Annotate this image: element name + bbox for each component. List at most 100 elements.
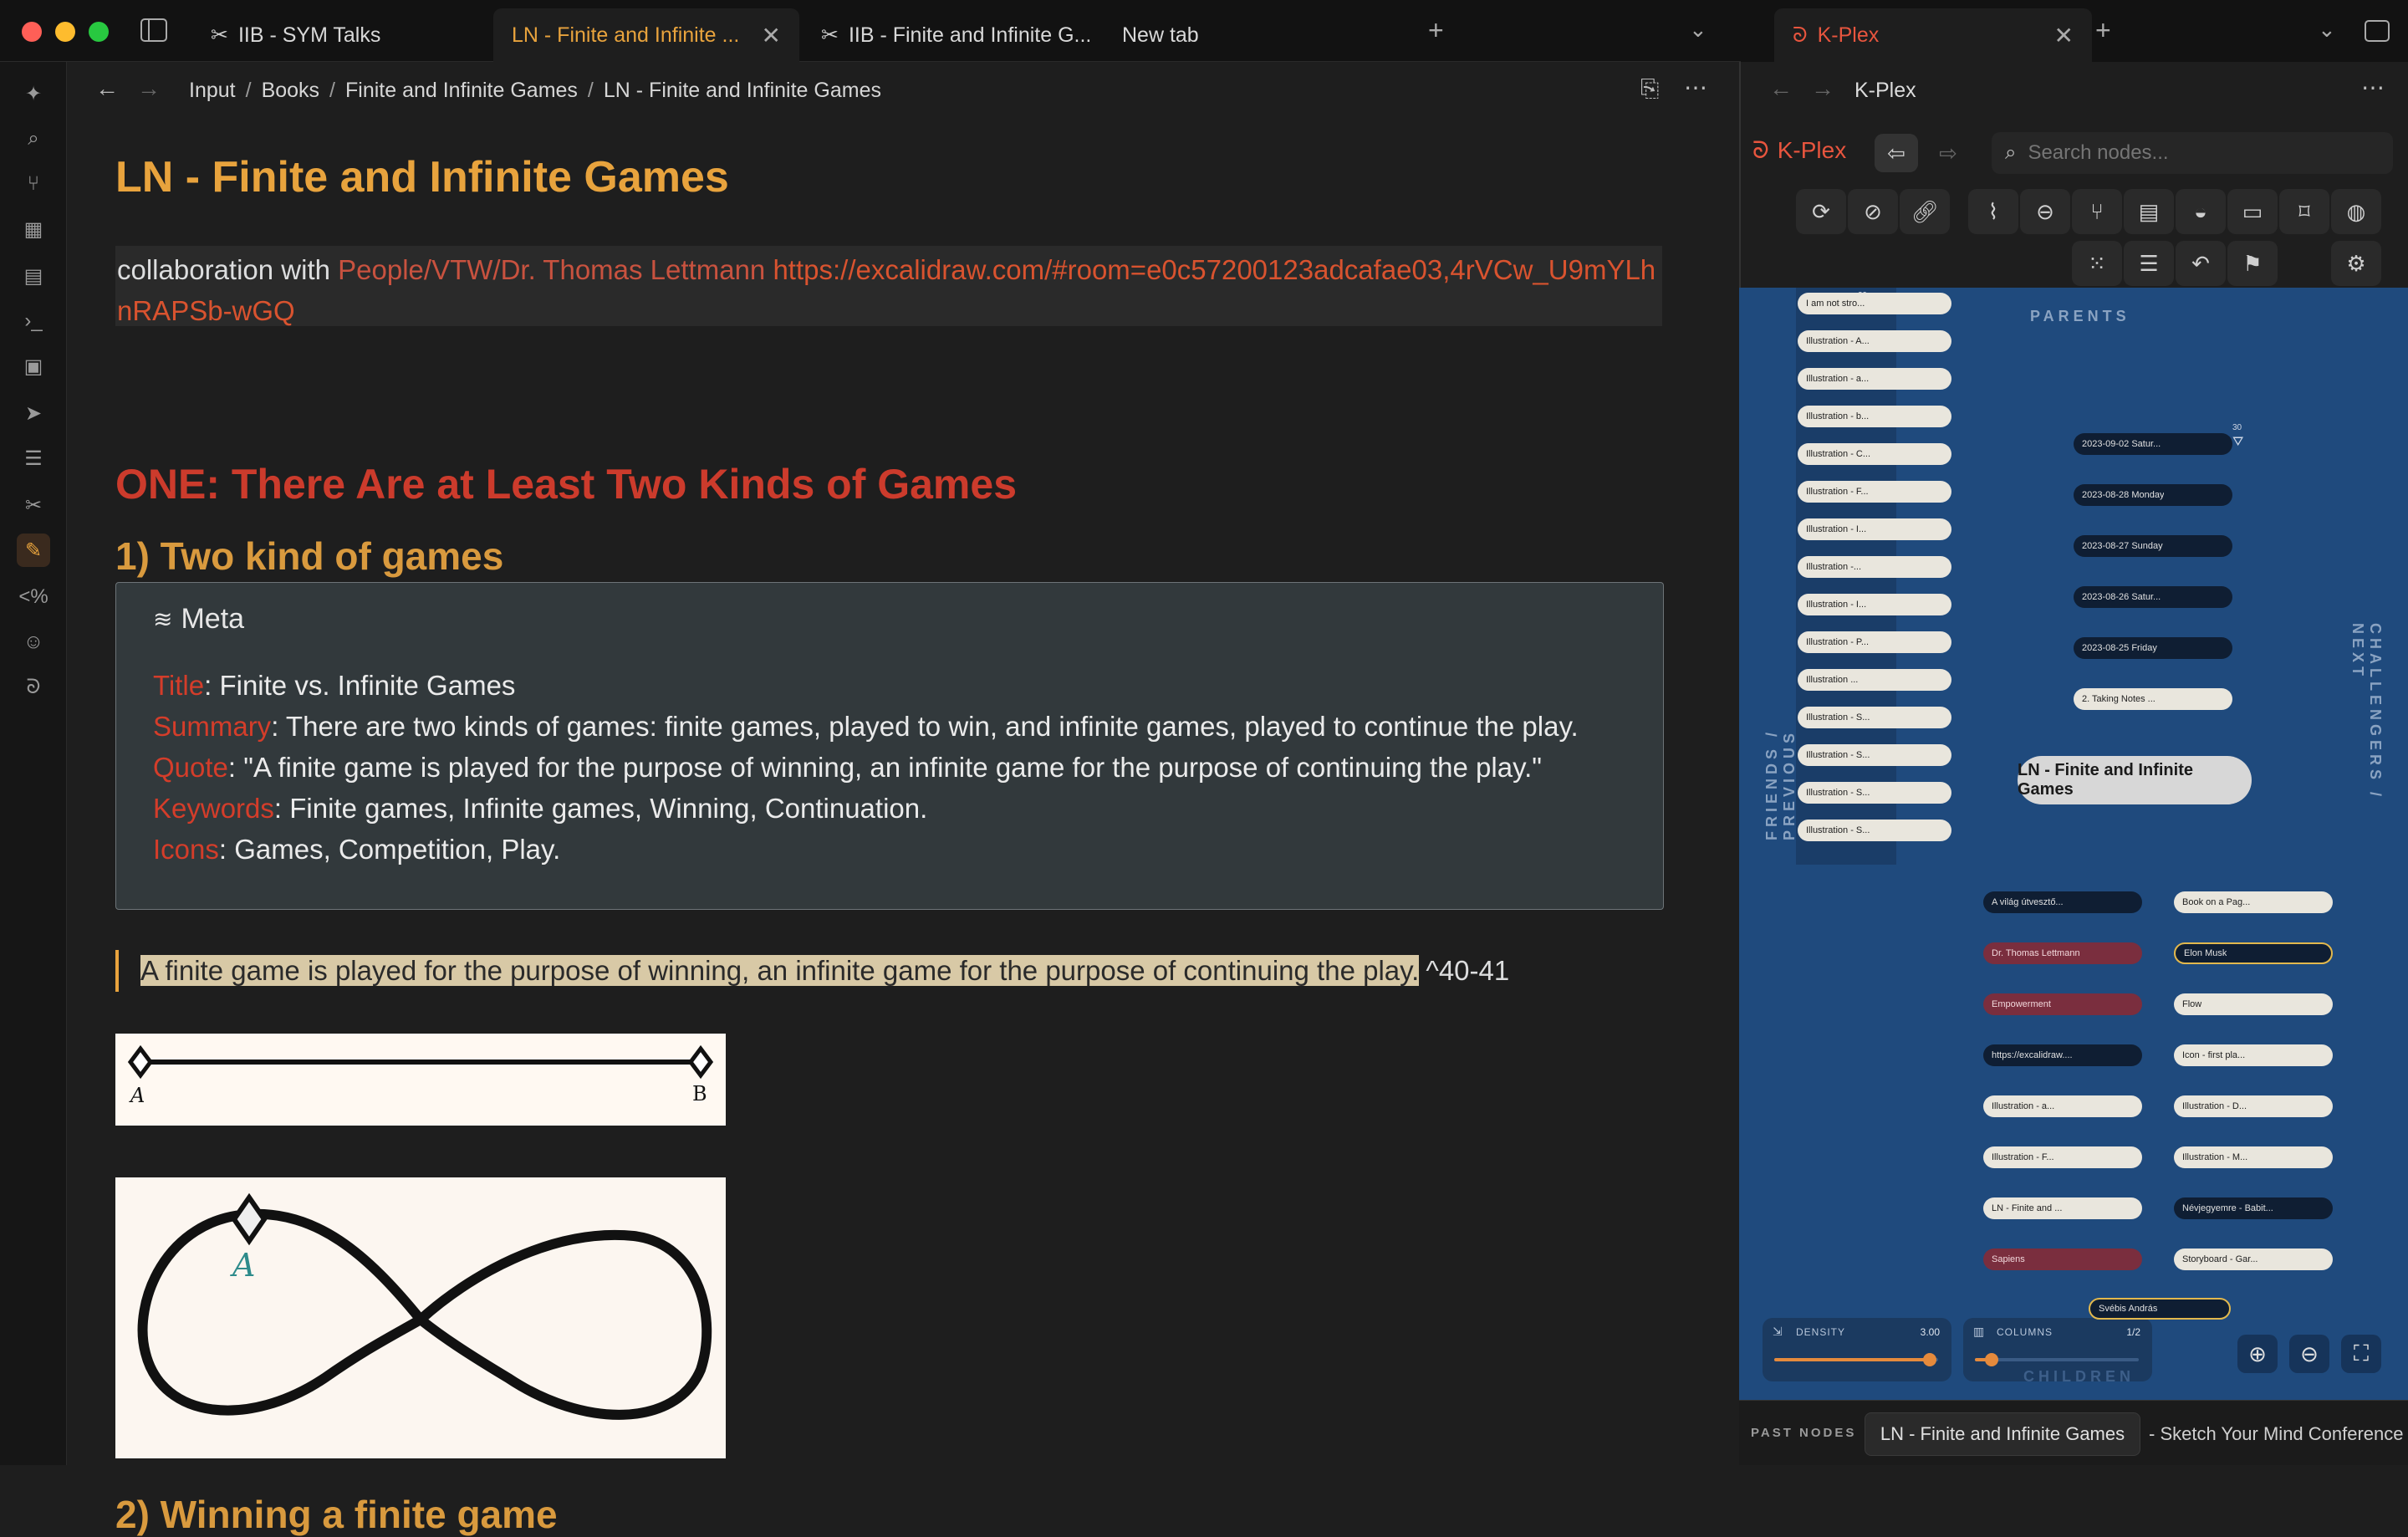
friend-node[interactable]: I am not stro... <box>1798 293 1951 314</box>
tab-iib-sym-talks[interactable]: ✂ IIB - SYM Talks <box>192 8 485 62</box>
fit-view-button[interactable]: ⛶ <box>2341 1335 2381 1373</box>
grid-icon[interactable]: ▦ <box>17 212 50 246</box>
more-options-icon[interactable]: ⋯ <box>1684 74 1707 101</box>
send-icon[interactable]: ➤ <box>17 396 50 430</box>
child-node[interactable]: Sapiens <box>1983 1248 2142 1270</box>
columns-slider-thumb[interactable] <box>1984 1353 1998 1366</box>
child-node[interactable]: Illustration - M... <box>2174 1146 2333 1168</box>
chevron-down-icon[interactable]: ⌄ <box>2318 17 2336 43</box>
back-icon[interactable]: ← <box>95 75 119 102</box>
tab-k-plex[interactable]: ᘐ K-Plex ✕ <box>1774 8 2092 62</box>
child-node[interactable]: Flow <box>2174 993 2333 1015</box>
new-tab-icon[interactable]: + <box>1428 15 1444 46</box>
forward-icon[interactable]: → <box>137 75 161 102</box>
friend-node[interactable]: Illustration - C... <box>1798 443 1951 465</box>
friend-node[interactable]: Illustration - S... <box>1798 707 1951 728</box>
parent-node[interactable]: 2023-09-02 Satur... <box>2074 433 2232 455</box>
document-button[interactable]: ▤ <box>2124 189 2174 234</box>
parent-node[interactable]: 2023-08-26 Satur... <box>2074 586 2232 608</box>
unpin-button[interactable]: ⊘ <box>1848 189 1898 234</box>
finite-game-drawing[interactable]: A B <box>115 1034 726 1126</box>
close-window-button[interactable] <box>22 22 42 42</box>
more-options-icon[interactable]: ⋯ <box>2361 74 2385 101</box>
child-node[interactable]: Svébis András <box>2089 1298 2231 1320</box>
friend-node[interactable]: Illustration -... <box>1798 556 1951 578</box>
minus-circle-button[interactable]: ⊖ <box>2020 189 2070 234</box>
infinite-game-drawing[interactable]: A <box>115 1177 726 1458</box>
forward-icon[interactable]: → <box>1811 75 1834 102</box>
k-plex-graph[interactable]: PARENTS FRIENDS / PREVIOUS CHALLENGERS /… <box>1739 288 2408 1400</box>
friend-node[interactable]: Illustration - S... <box>1798 820 1951 841</box>
breadcrumb-item[interactable]: Input <box>189 79 236 103</box>
collab-person-link[interactable]: People/VTW/Dr. Thomas Lettmann <box>338 254 765 285</box>
reading-view-icon[interactable]: ⎘ <box>1640 75 1659 103</box>
globe-button[interactable]: ◍ <box>2331 189 2381 234</box>
child-node[interactable]: A világ útvesztő... <box>1983 891 2142 913</box>
child-node[interactable]: Dr. Thomas Lettmann <box>1983 942 2142 964</box>
right-sidebar-toggle-icon[interactable] <box>2365 20 2390 42</box>
parents-filter-icon[interactable]: ⛛ <box>2232 435 2243 450</box>
parent-node[interactable]: 2023-08-25 Friday <box>2074 637 2232 659</box>
checklist-icon[interactable]: ☰ <box>17 442 50 475</box>
settings-gear-button[interactable]: ⚙ <box>2331 241 2381 286</box>
friend-node[interactable]: Illustration - a... <box>1798 368 1951 390</box>
friend-node[interactable]: Illustration - I... <box>1798 518 1951 540</box>
close-tab-icon[interactable]: ✕ <box>762 22 781 49</box>
attachment-button[interactable]: ⌇ <box>1968 189 2018 234</box>
past-node-chip[interactable]: - Sketch Your Mind Conference <box>2149 1412 2408 1456</box>
minimize-window-button[interactable] <box>55 22 75 42</box>
link-button[interactable]: 🔗︎ <box>1900 189 1950 234</box>
search-input[interactable] <box>2028 141 2363 165</box>
sidebar-toggle-icon[interactable] <box>140 18 167 42</box>
sparkle-icon[interactable]: ✦ <box>17 77 50 110</box>
excalidraw-icon[interactable]: ✂ <box>17 488 50 522</box>
fork-button[interactable]: ⑂ <box>2072 189 2122 234</box>
friend-node[interactable]: Illustration ... <box>1798 669 1951 691</box>
friend-node[interactable]: Illustration - F... <box>1798 481 1951 503</box>
zoom-in-button[interactable]: ⊕ <box>2237 1335 2278 1373</box>
chevron-down-icon[interactable]: ⌄ <box>1689 17 1707 43</box>
columns-slider[interactable] <box>1975 1353 2139 1366</box>
child-node[interactable]: Illustration - a... <box>1983 1095 2142 1117</box>
folder-button[interactable]: ▭ <box>2227 189 2278 234</box>
child-node[interactable]: LN - Finite and ... <box>1983 1197 2142 1219</box>
friend-node[interactable]: Illustration - P... <box>1798 631 1951 653</box>
parent-node[interactable]: 2. Taking Notes ... <box>2074 688 2232 710</box>
zoom-window-button[interactable] <box>89 22 109 42</box>
child-node[interactable]: Icon - first pla... <box>2174 1044 2333 1066</box>
tab-new[interactable]: New tab <box>1104 8 1271 62</box>
grid-dots-button[interactable]: ⁙ <box>2072 241 2122 286</box>
child-node[interactable]: Storyboard - Gar... <box>2174 1248 2333 1270</box>
friend-node[interactable]: Illustration - S... <box>1798 744 1951 766</box>
parent-node[interactable]: 2023-08-27 Sunday <box>2074 535 2232 557</box>
breadcrumb-item[interactable]: Books <box>262 79 319 103</box>
zoom-out-button[interactable]: ⊖ <box>2289 1335 2329 1373</box>
search-file-icon[interactable]: ⌕ <box>17 122 50 156</box>
back-icon[interactable]: ← <box>1769 75 1793 102</box>
layout-icon[interactable]: ▣ <box>17 350 50 383</box>
friend-node[interactable]: Illustration - b... <box>1798 406 1951 427</box>
friend-node[interactable]: Illustration - A... <box>1798 330 1951 352</box>
close-tab-icon[interactable]: ✕ <box>2054 22 2074 49</box>
graph-icon[interactable]: ⑂ <box>17 167 50 201</box>
k-plex-icon[interactable]: ᘐ <box>17 671 50 704</box>
pen-icon[interactable]: ✎ <box>17 534 50 567</box>
friend-node[interactable]: Illustration - I... <box>1798 594 1951 615</box>
list-layout-button[interactable]: ☰ <box>2124 241 2174 286</box>
new-tab-icon[interactable]: + <box>2095 15 2111 46</box>
center-node[interactable]: LN - Finite and Infinite Games <box>2018 756 2252 804</box>
code-percent-icon[interactable]: <% <box>17 580 50 614</box>
breadcrumb-item[interactable]: LN - Finite and Infinite Games <box>604 79 881 103</box>
friend-node[interactable]: Illustration - S... <box>1798 782 1951 804</box>
past-node-chip[interactable]: LN - Finite and Infinite Games <box>1865 1412 2140 1456</box>
child-node[interactable]: Elon Musk <box>2174 942 2333 964</box>
child-node[interactable]: https://excalidraw.... <box>1983 1044 2142 1066</box>
tag-button[interactable]: ⌑ <box>2279 189 2329 234</box>
density-slider[interactable] <box>1774 1353 1938 1366</box>
breadcrumb-item[interactable]: Finite and Infinite Games <box>345 79 578 103</box>
mask-button[interactable]: ◒ <box>2176 189 2226 234</box>
search-box[interactable]: ⌕ <box>1992 132 2393 174</box>
refresh-button[interactable]: ⟳ <box>1796 189 1846 234</box>
child-node[interactable]: Illustration - D... <box>2174 1095 2333 1117</box>
history-forward-button[interactable]: ⇨ <box>1926 134 1970 172</box>
